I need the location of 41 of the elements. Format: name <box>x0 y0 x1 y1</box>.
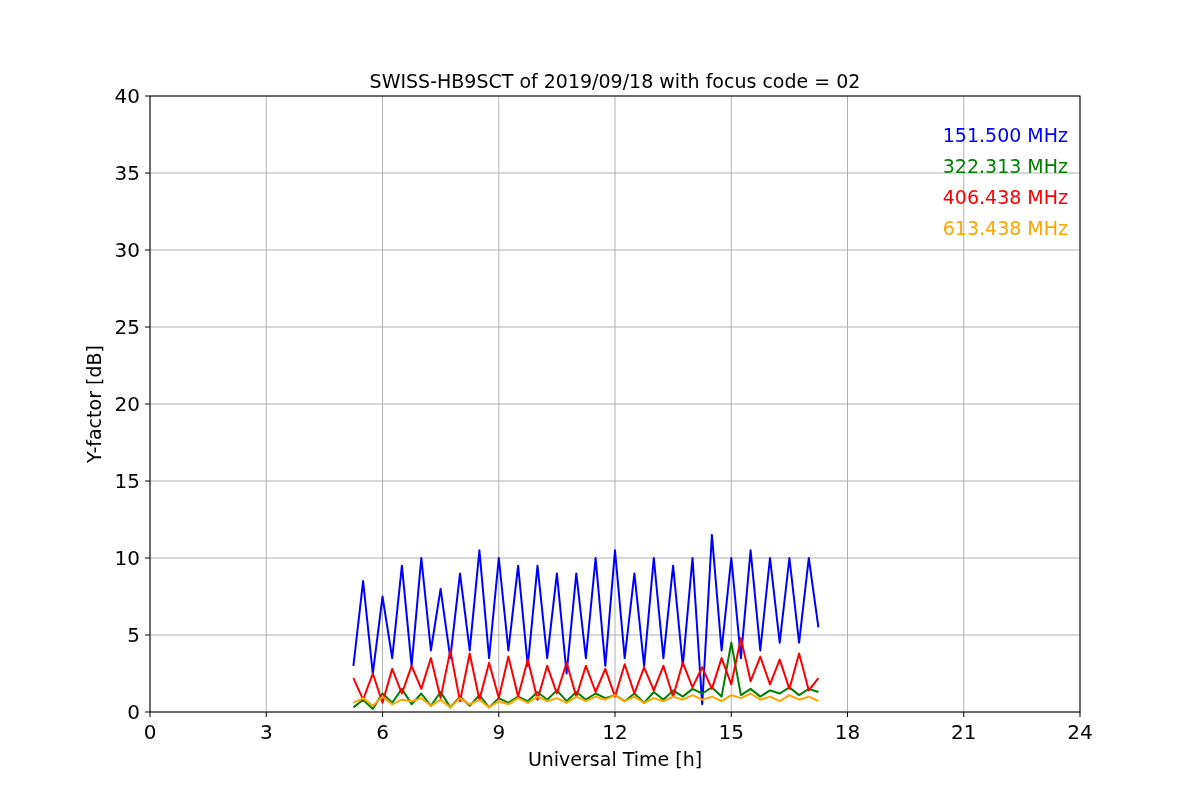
tick-mark <box>963 711 965 718</box>
tick-mark <box>144 249 151 251</box>
tick-label: 30 <box>114 238 140 262</box>
legend-label: 613.438 MHz <box>942 217 1068 239</box>
tick-mark <box>847 711 848 718</box>
tick-label: 40 <box>114 84 140 108</box>
tick-mark <box>144 634 151 636</box>
tick-mark <box>265 711 267 718</box>
tick-mark <box>1079 711 1081 718</box>
legend-label: 322.313 MHz <box>942 155 1068 177</box>
tick-label: 9 <box>492 720 506 744</box>
tick-label: 15 <box>718 720 744 744</box>
tick-label: 6 <box>376 720 389 744</box>
tick-label: 5 <box>127 623 140 647</box>
tick-label: 35 <box>114 161 140 185</box>
tick-mark <box>144 95 151 97</box>
tick-mark <box>144 557 151 559</box>
x-axis-label: Universal Time [h] <box>527 748 703 770</box>
tick-label: 15 <box>114 469 140 493</box>
tick-mark <box>730 711 732 718</box>
tick-label: 18 <box>834 720 861 744</box>
tick-label: 25 <box>114 315 140 339</box>
tick-mark <box>614 711 616 718</box>
tick-mark <box>144 172 151 174</box>
tick-label: 10 <box>114 546 140 570</box>
y-axis-label: Y-factor [dB] <box>83 345 105 463</box>
tick-mark <box>144 326 151 328</box>
tick-label: 0 <box>127 700 140 724</box>
tick-mark <box>382 711 383 718</box>
tick-label: 21 <box>951 720 977 744</box>
tick-mark <box>144 480 151 482</box>
chart-title: SWISS-HB9SCT of 2019/09/18 with focus code = 02 <box>369 70 861 92</box>
tick-label: 3 <box>259 720 273 744</box>
tick-label: 24 <box>1067 720 1093 744</box>
legend-label: 151.500 MHz <box>942 124 1068 146</box>
legend-label: 406.438 MHz <box>942 186 1068 208</box>
tick-mark <box>498 711 500 718</box>
tick-mark <box>144 403 151 405</box>
tick-label: 0 <box>143 720 157 744</box>
tick-label: 12 <box>602 720 628 744</box>
tick-label: 20 <box>114 392 140 416</box>
